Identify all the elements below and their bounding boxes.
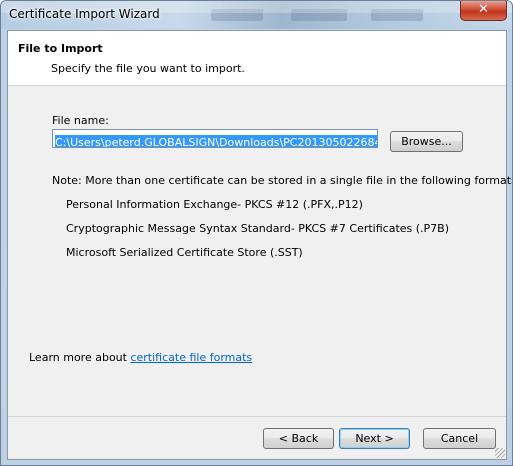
format-item-sst: Microsoft Serialized Certificate Store (… [66,246,303,259]
learn-more-text: Learn more about certificate file format… [29,351,252,364]
cancel-button[interactable]: Cancel [423,428,496,449]
browse-button[interactable]: Browse... [390,131,463,152]
close-button[interactable]: ✕ [460,1,507,21]
format-item-pfx: Personal Information Exchange- PKCS #12 … [66,198,363,211]
wizard-window: Certificate Import Wizard ✕ File to Impo… [0,0,513,466]
close-icon: ✕ [478,2,489,17]
background-blur [371,9,423,21]
next-button[interactable]: Next > [339,428,410,449]
footer-divider [8,416,506,417]
file-name-label: File name: [52,114,109,127]
wizard-body: File to Import Specify the file you want… [7,30,512,460]
background-blur [291,9,347,21]
background-blur [211,9,263,21]
file-name-value: C:\Users\peterd.GLOBALSIGN\Downloads\PC2… [55,135,377,147]
resize-grip[interactable] [495,448,505,458]
certificate-formats-link[interactable]: certificate file formats [130,351,252,364]
wizard-header: File to Import Specify the file you want… [8,31,506,86]
window-title: Certificate Import Wizard [9,7,160,21]
file-name-input[interactable]: C:\Users\peterd.GLOBALSIGN\Downloads\PC2… [52,129,378,148]
formats-note: Note: More than one certificate can be s… [52,174,513,187]
page-title: File to Import [18,42,103,55]
learn-more-prefix: Learn more about [29,351,131,364]
back-button[interactable]: < Back [263,428,334,449]
format-item-p7b: Cryptographic Message Syntax Standard- P… [66,222,450,235]
page-subtitle: Specify the file you want to import. [51,62,245,75]
title-bar[interactable]: Certificate Import Wizard ✕ [1,1,512,29]
